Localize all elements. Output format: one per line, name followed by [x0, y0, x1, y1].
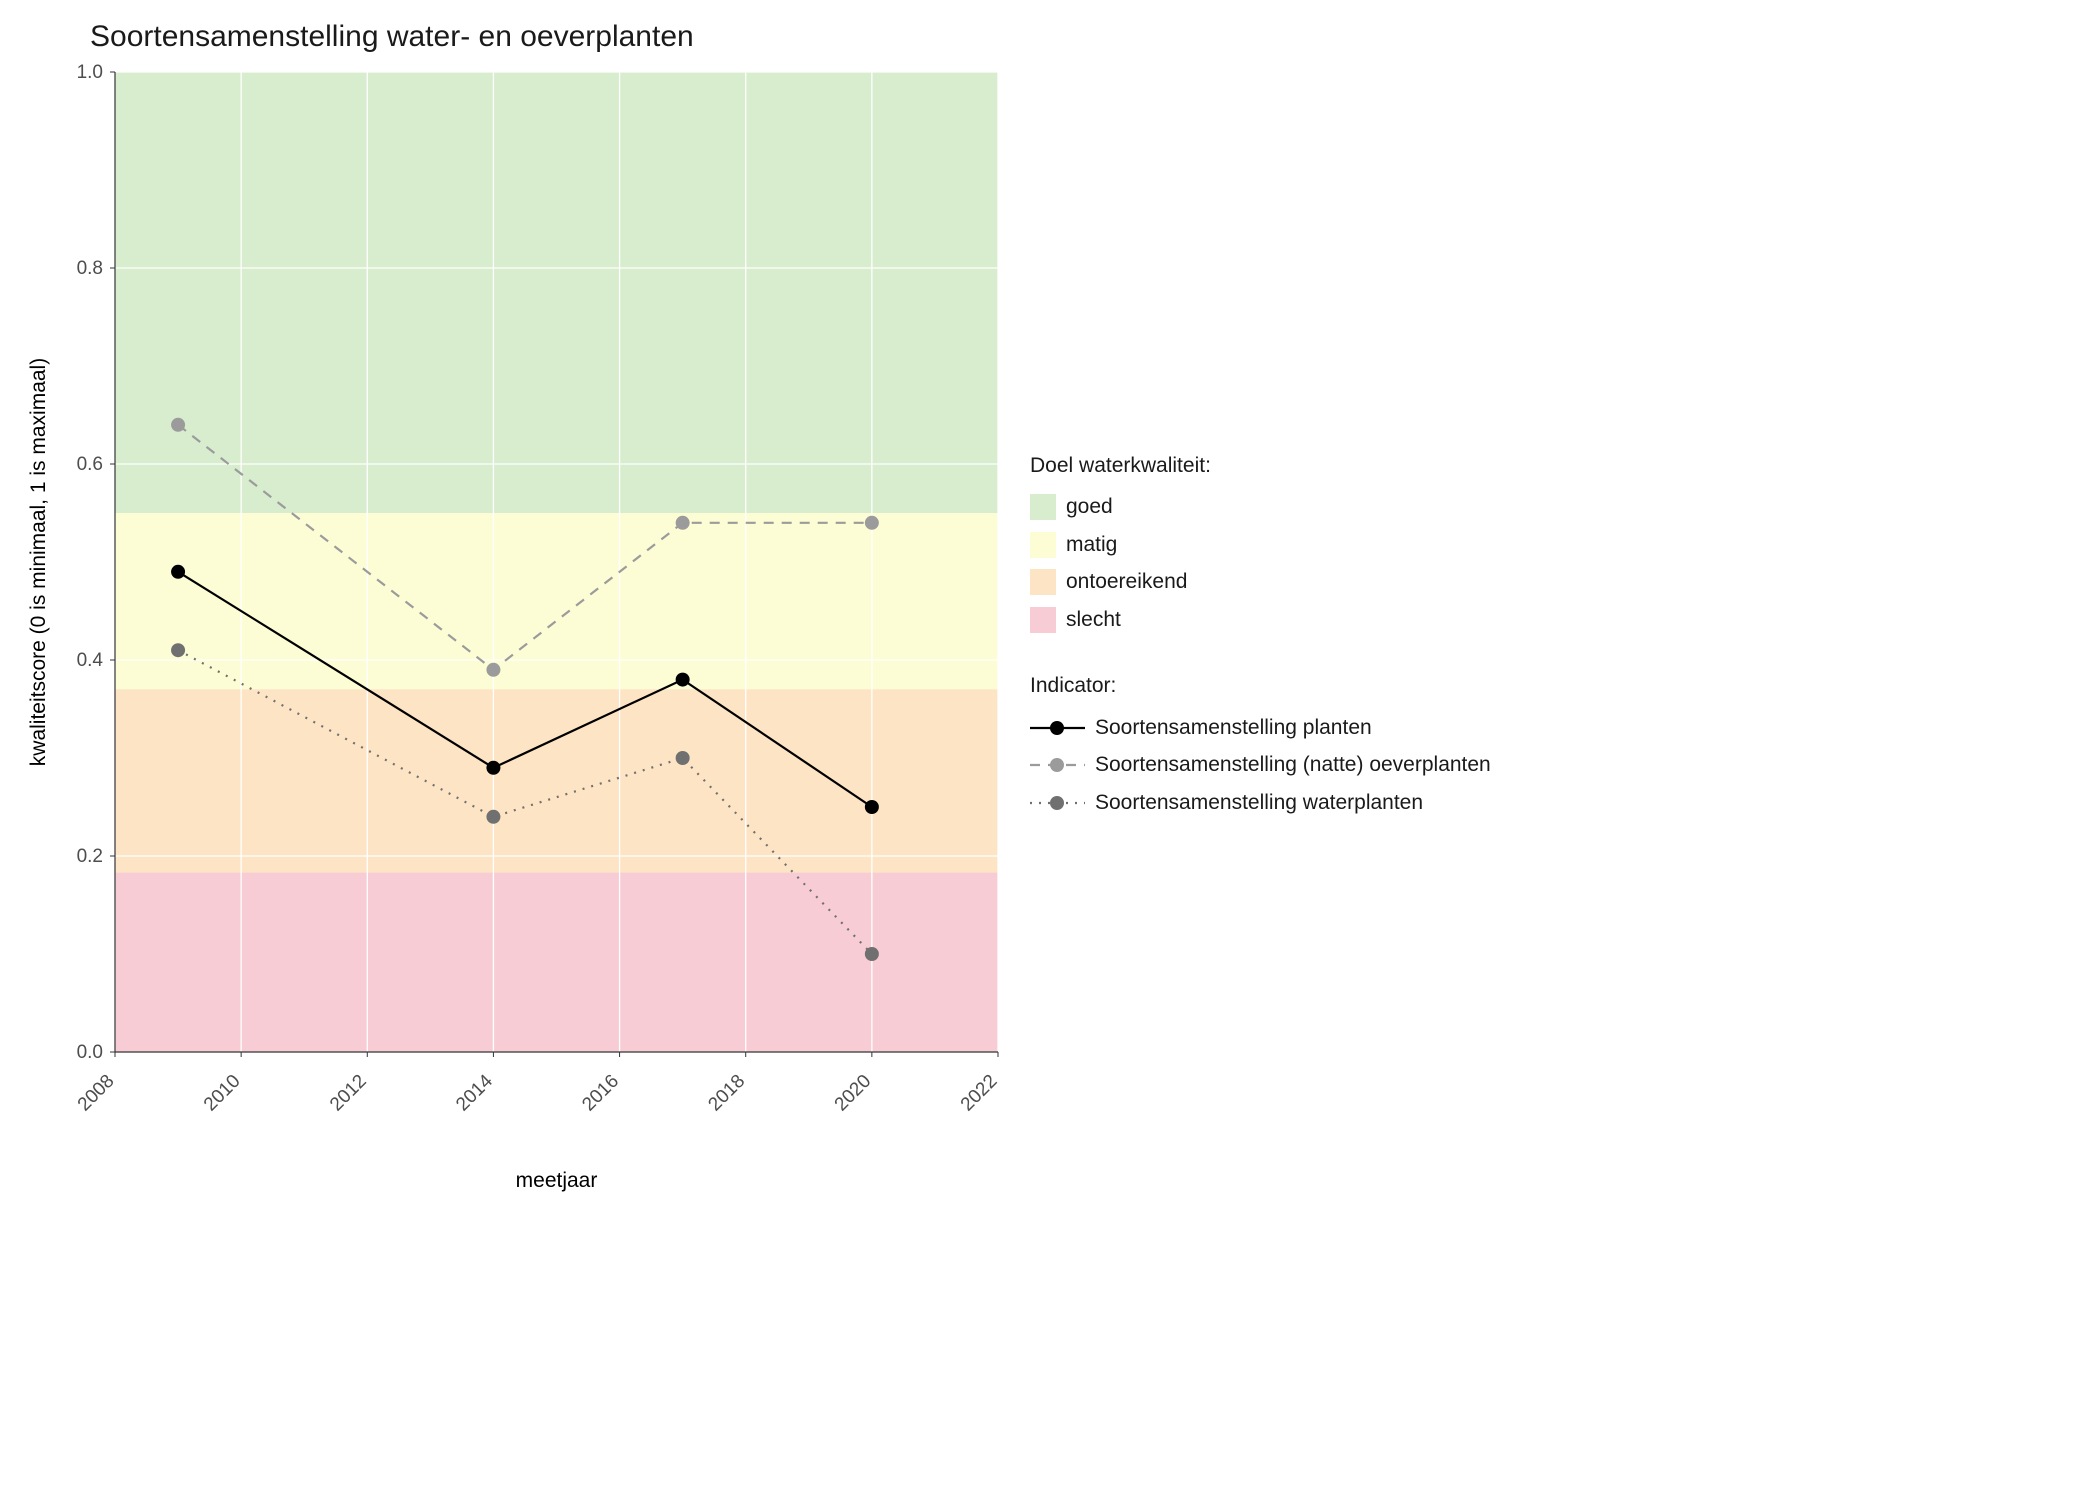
legend-series-label: Soortensamenstelling waterplanten: [1095, 787, 1423, 819]
quality-band: [115, 689, 998, 872]
y-tick-label: 0.0: [77, 1042, 103, 1063]
legend-band-label: matig: [1066, 529, 1117, 561]
series-point: [486, 663, 500, 677]
legend-series-item: Soortensamenstelling (natte) oeverplante…: [1030, 749, 1491, 781]
legend-band-item: ontoereikend: [1030, 566, 1491, 598]
y-tick-label: 0.2: [77, 846, 103, 867]
legend-bands-title: Doel waterkwaliteit:: [1030, 450, 1491, 482]
x-tick-label: 2016: [578, 1071, 623, 1116]
legend-series-item: Soortensamenstelling planten: [1030, 712, 1491, 744]
y-tick-label: 0.4: [77, 650, 104, 671]
quality-band: [115, 72, 998, 513]
legend-series-item: Soortensamenstelling waterplanten: [1030, 787, 1491, 819]
legend-series-label: Soortensamenstelling (natte) oeverplante…: [1095, 749, 1491, 781]
x-tick-label: 2022: [957, 1071, 1002, 1116]
series-point: [486, 810, 500, 824]
legend-line-sample: [1030, 755, 1085, 775]
series-point: [171, 565, 185, 579]
x-tick-label: 2018: [705, 1071, 750, 1116]
y-tick-label: 1.0: [77, 62, 103, 83]
legend-band-label: slecht: [1066, 604, 1121, 636]
chart-container: 0.0 0.2 0.4 0.6 0.8 1.0 2008 2010 2012 2014 2016 20…: [20, 62, 2080, 1202]
y-axis-label: kwaliteitscore (0 is minimaal, 1 is maxi…: [27, 358, 50, 766]
y-tick-label: 0.8: [77, 258, 103, 279]
legend-band-item: matig: [1030, 529, 1491, 561]
legend-line-sample: [1030, 793, 1085, 813]
series-point: [865, 947, 879, 961]
series-point: [676, 516, 690, 530]
quality-band: [115, 513, 998, 689]
series-point: [865, 516, 879, 530]
x-tick-label: 2014: [452, 1070, 497, 1115]
x-tick-label: 2020: [831, 1071, 876, 1116]
x-axis-label: meetjaar: [516, 1169, 598, 1192]
legend-series-label: Soortensamenstelling planten: [1095, 712, 1372, 744]
chart-legend: Doel waterkwaliteit: goed matig ontoereike…: [1030, 440, 1491, 825]
legend-series-title: Indicator:: [1030, 670, 1491, 702]
chart-plot: 0.0 0.2 0.4 0.6 0.8 1.0 2008 2010 2012 2014 2016 20…: [20, 62, 1010, 1202]
series-point: [171, 418, 185, 432]
legend-swatch: [1030, 569, 1056, 595]
series-point: [486, 761, 500, 775]
series-point: [676, 673, 690, 687]
y-tick-label: 0.6: [77, 454, 103, 475]
legend-swatch: [1030, 607, 1056, 633]
x-tick-label: 2008: [74, 1071, 119, 1116]
series-point: [676, 751, 690, 765]
legend-band-item: goed: [1030, 491, 1491, 523]
legend-line-sample: [1030, 718, 1085, 738]
x-tick-label: 2012: [326, 1071, 371, 1116]
legend-band-item: slecht: [1030, 604, 1491, 636]
chart-title: Soortensamenstelling water- en oeverplan…: [90, 20, 2080, 54]
legend-band-label: goed: [1066, 491, 1113, 523]
legend-band-label: ontoereikend: [1066, 566, 1187, 598]
legend-swatch: [1030, 494, 1056, 520]
series-point: [171, 643, 185, 657]
x-tick-label: 2010: [200, 1071, 245, 1116]
quality-band: [115, 873, 998, 1052]
legend-swatch: [1030, 532, 1056, 558]
series-point: [865, 800, 879, 814]
